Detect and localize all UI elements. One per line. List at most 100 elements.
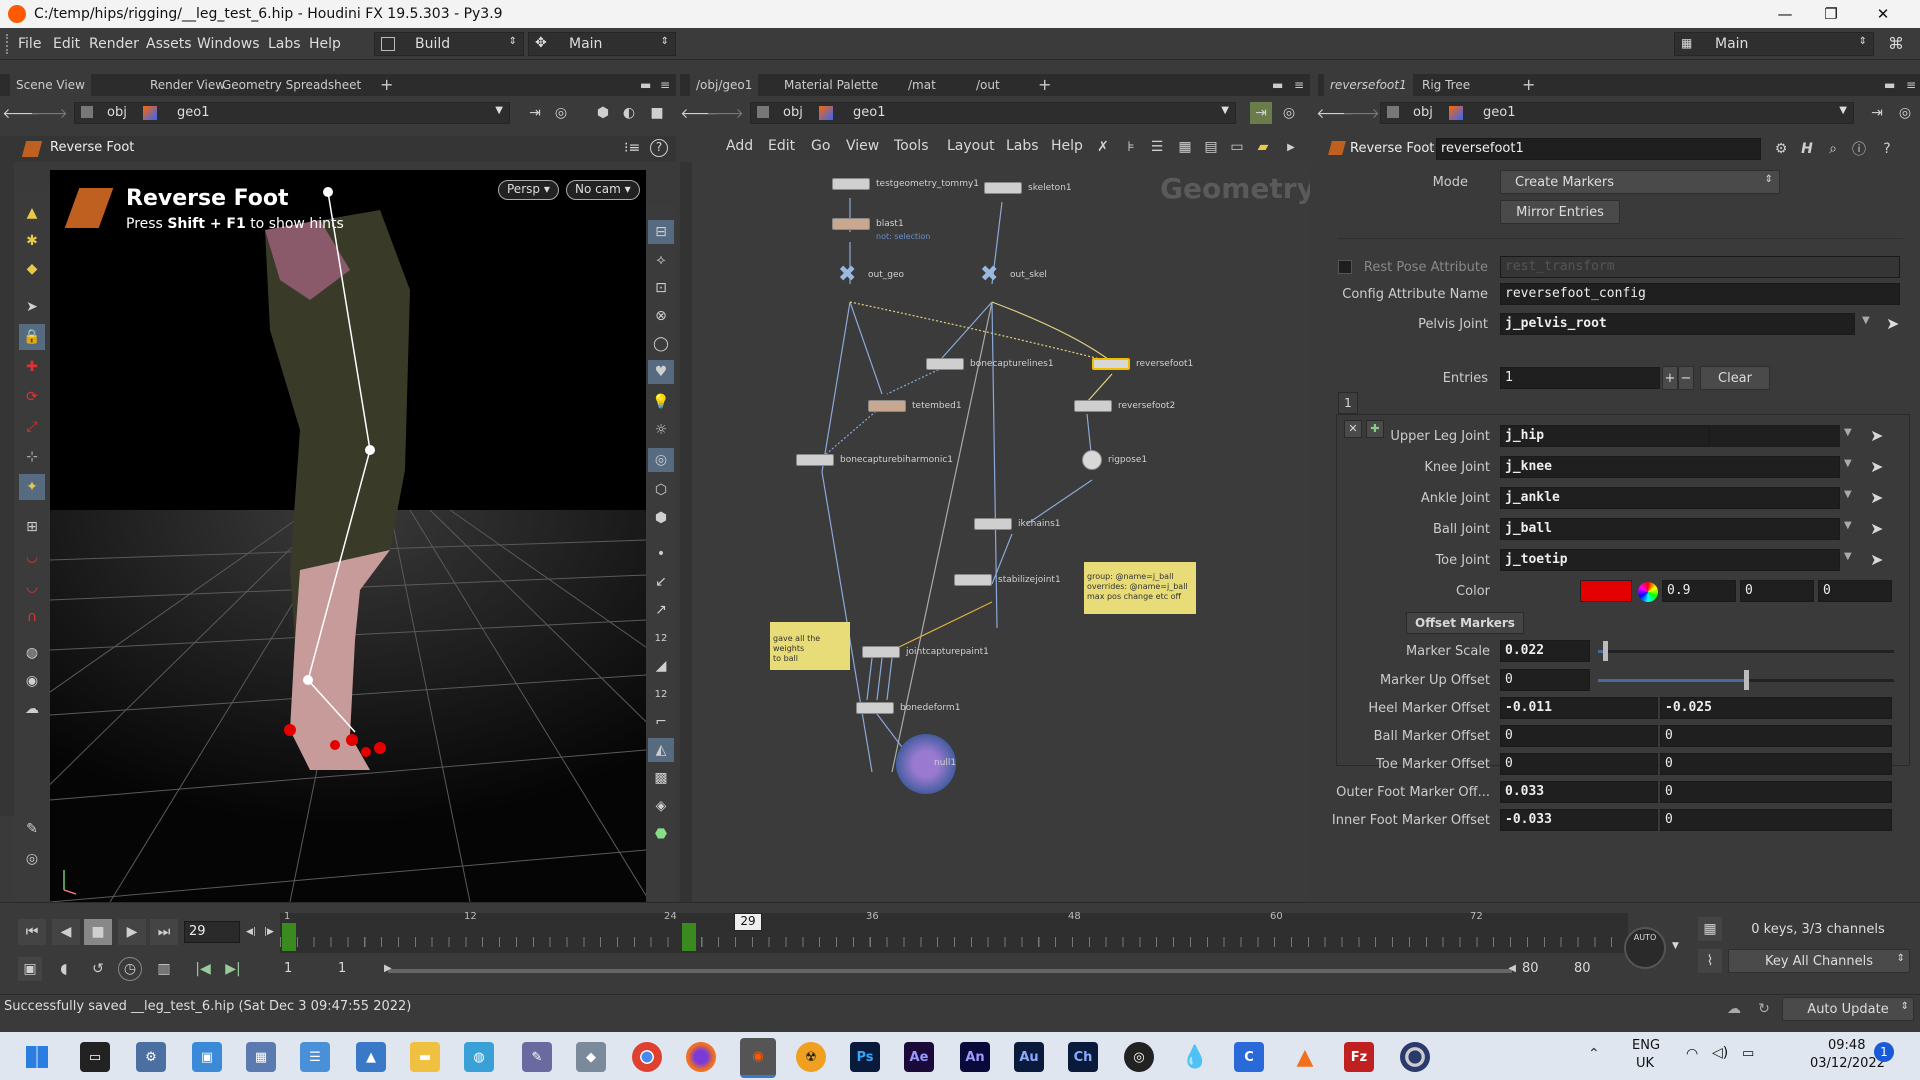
battery-icon[interactable]: ▭ [1742, 1046, 1754, 1061]
pane-options-icon[interactable]: ≡ [654, 74, 676, 96]
tab-geometry-spreadsheet[interactable]: Geometry Spreadsheet [216, 74, 367, 96]
display-icon-6[interactable]: ♥ [648, 360, 674, 384]
timeline-track[interactable]: 1 12 24 36 48 60 72 29 [280, 911, 1628, 953]
point-icon[interactable]: • [648, 542, 674, 566]
dropdown-icon[interactable]: ▼ [1844, 489, 1852, 500]
tab-material-palette[interactable]: Material Palette [778, 74, 884, 96]
color-r-field[interactable]: 0.9 [1662, 580, 1736, 602]
ball-offset-b[interactable]: 0 [1660, 725, 1892, 747]
wrench-icon[interactable]: ✗ [1092, 136, 1114, 158]
scale-icon[interactable]: ⤢ [19, 414, 45, 440]
cam-button[interactable]: No cam ▾ [566, 180, 640, 200]
desktop-combo[interactable]: Build ⇕ [374, 32, 524, 56]
pin-icon[interactable]: ⇥ [1866, 102, 1888, 124]
pane-options-icon[interactable]: ≡ [1900, 74, 1920, 96]
display-icon-2[interactable]: ⟡ [648, 248, 674, 272]
marker-outer[interactable] [361, 747, 371, 757]
param-path-box[interactable]: obj geo1 ▼ [1380, 102, 1854, 124]
toe-select-arrow[interactable]: ➤ [1870, 550, 1883, 569]
link-icon[interactable]: ◎ [550, 102, 572, 124]
sticky-note-weights[interactable]: gave all the weights to ball [770, 622, 850, 670]
settings-icon[interactable]: ⚙ [136, 1042, 166, 1072]
back-icon[interactable]: 🡐 [2, 102, 40, 124]
screen-icon[interactable]: ▭ [1226, 136, 1248, 158]
marker-toe[interactable] [374, 742, 386, 754]
clear-button[interactable]: Clear [1700, 366, 1770, 390]
entries-remove-button[interactable]: − [1678, 366, 1694, 390]
range-end-icon[interactable]: ▶| [222, 957, 244, 981]
net-menu-labs[interactable]: Labs [1006, 138, 1039, 154]
net-menu-add[interactable]: Add [726, 138, 753, 154]
info-icon[interactable]: ⓘ [1848, 138, 1870, 160]
uv-icon[interactable]: ⌐ [648, 710, 674, 734]
windows-start-icon[interactable] [26, 1046, 48, 1068]
outer-offset-a[interactable]: 0.033 [1500, 781, 1658, 803]
menu-labs[interactable]: Labs [268, 36, 301, 52]
node-bonecapturelines[interactable] [926, 358, 964, 370]
rotate-icon[interactable]: ⟳ [19, 384, 45, 410]
lang-line2[interactable]: UK [1636, 1056, 1654, 1071]
visibility-icon[interactable]: ◍ [19, 640, 45, 666]
add-tab-button[interactable]: + [374, 71, 399, 94]
tab-obj-geo1[interactable]: /obj/geo1 [690, 74, 759, 96]
tab-rig-tree[interactable]: Rig Tree [1416, 74, 1476, 96]
entry-tab-1[interactable]: 1 [1338, 392, 1358, 414]
snap-multi-icon[interactable]: ∩ [19, 604, 45, 630]
right-desk-combo[interactable]: ▦ Main ⇕ [1674, 32, 1874, 56]
maximize-button[interactable]: ❐ [1808, 0, 1854, 28]
more-icon[interactable]: ▶ [1280, 136, 1302, 158]
tree-icon[interactable]: ⊧ [1120, 136, 1142, 158]
list-view-icon[interactable]: ☰ [1146, 136, 1168, 158]
key-all-channels-dropdown[interactable]: Key All Channels ⇕ [1728, 949, 1910, 973]
net-menu-layout[interactable]: Layout [947, 138, 995, 154]
path-dropdown-icon[interactable]: ▼ [1839, 105, 1847, 116]
search-icon[interactable]: ⌕ [1822, 138, 1844, 160]
tab-scene-view[interactable]: Scene View [10, 74, 91, 96]
help-icon[interactable]: ? [650, 139, 668, 157]
au-icon[interactable]: Au [1014, 1042, 1044, 1072]
wifi-icon[interactable]: ◠ [1686, 1046, 1698, 1062]
pan-icon[interactable]: ◆ [19, 256, 45, 282]
photos-icon[interactable]: ▲ [356, 1042, 386, 1072]
tile-view-icon[interactable]: ▤ [1200, 136, 1222, 158]
node-bonedeform[interactable] [856, 702, 894, 714]
number-icon-2[interactable]: 12 [648, 682, 674, 706]
key-icon[interactable]: ⌇ [1698, 949, 1722, 973]
chrome-icon[interactable] [632, 1042, 662, 1072]
marker-ball[interactable] [346, 734, 358, 746]
net-menu-tools[interactable]: Tools [894, 138, 929, 154]
heel-offset-b[interactable]: -0.025 [1660, 697, 1892, 719]
viewport[interactable]: Reverse Foot Press Shift + F1 to show hi… [50, 170, 646, 902]
dropdown-icon[interactable]: ▼ [1844, 520, 1852, 531]
color-g-field[interactable]: 0 [1740, 580, 1814, 602]
firefox-icon[interactable] [686, 1042, 716, 1072]
node-rigpose[interactable] [1082, 450, 1102, 470]
marker-scale-slider-handle[interactable] [1602, 641, 1608, 661]
menu-file[interactable]: File [18, 36, 41, 52]
marker-up-slider-track[interactable] [1598, 670, 1894, 690]
snap-grid-icon[interactable]: ⊞ [19, 514, 45, 540]
node-out-skel[interactable]: ✖ [980, 262, 998, 287]
lang-line1[interactable]: ENG [1632, 1038, 1660, 1053]
auto-key-button[interactable]: AUTO [1624, 927, 1666, 969]
sticky-note-group[interactable]: group: @name=j_ball overrides: @name=j_b… [1084, 562, 1196, 614]
display-icon-8[interactable]: ⬡ [648, 478, 674, 502]
path-obj[interactable]: obj [783, 105, 803, 120]
tab-mat[interactable]: /mat [902, 74, 942, 96]
mirror-entries-button[interactable]: Mirror Entries [1500, 200, 1620, 224]
inner-offset-a[interactable]: -0.033 [1500, 809, 1658, 831]
sticky-note-icon[interactable]: ▰ [1252, 136, 1274, 158]
background-icon[interactable]: ■ [646, 102, 668, 124]
tab-reversefoot1[interactable]: reversefoot1 [1324, 74, 1413, 96]
handle-icon[interactable]: ⊹ [19, 444, 45, 470]
channel-icon[interactable]: ▦ [1698, 917, 1722, 941]
node-reversefoot2[interactable] [1074, 400, 1112, 412]
range-start-field[interactable]: 1 [284, 961, 292, 976]
minimize-button[interactable]: — [1762, 0, 1808, 28]
display-icon-11[interactable]: ◭ [648, 738, 674, 762]
gear-icon[interactable]: ⚙ [1770, 138, 1792, 160]
jump-end-icon[interactable]: ⏭ [150, 919, 178, 945]
cube-icon[interactable]: ◆ [576, 1042, 606, 1072]
knee-select-arrow[interactable]: ➤ [1870, 457, 1883, 476]
keys-info[interactable]: 0 keys, 3/3 channels [1728, 917, 1908, 941]
